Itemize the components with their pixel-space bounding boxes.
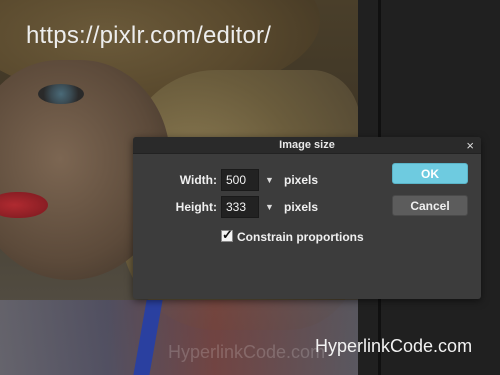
- height-unit-label: pixels: [284, 200, 319, 214]
- constrain-proportions-checkbox[interactable]: ✓: [221, 227, 233, 242]
- checkmark-icon: ✓: [222, 227, 233, 242]
- watermark-faint: HyperlinkCode.com: [168, 342, 326, 362]
- width-input[interactable]: [221, 169, 259, 191]
- url-overlay-text: https://pixlr.com/editor/: [26, 22, 272, 49]
- image-size-dialog: Image size × Width: ▼ pixels Height: ▼ p…: [133, 137, 481, 299]
- height-unit-dropdown-icon[interactable]: ▼: [265, 202, 274, 212]
- close-icon[interactable]: ×: [466, 138, 474, 153]
- height-input[interactable]: [221, 196, 259, 218]
- width-label: Width:: [179, 173, 217, 187]
- photo-shirt: [0, 300, 358, 375]
- photo-eye: [38, 84, 84, 104]
- height-label: Height:: [175, 200, 217, 214]
- dialog-title: Image size: [279, 139, 335, 151]
- width-unit-label: pixels: [284, 173, 319, 187]
- watermark: HyperlinkCode.com: [315, 336, 473, 356]
- cancel-button[interactable]: Cancel: [392, 195, 468, 216]
- width-unit-dropdown-icon[interactable]: ▼: [265, 175, 274, 185]
- dialog-header: Image size ×: [133, 137, 481, 154]
- constrain-proportions-label: Constrain proportions: [237, 230, 364, 244]
- ok-button[interactable]: OK: [392, 163, 468, 184]
